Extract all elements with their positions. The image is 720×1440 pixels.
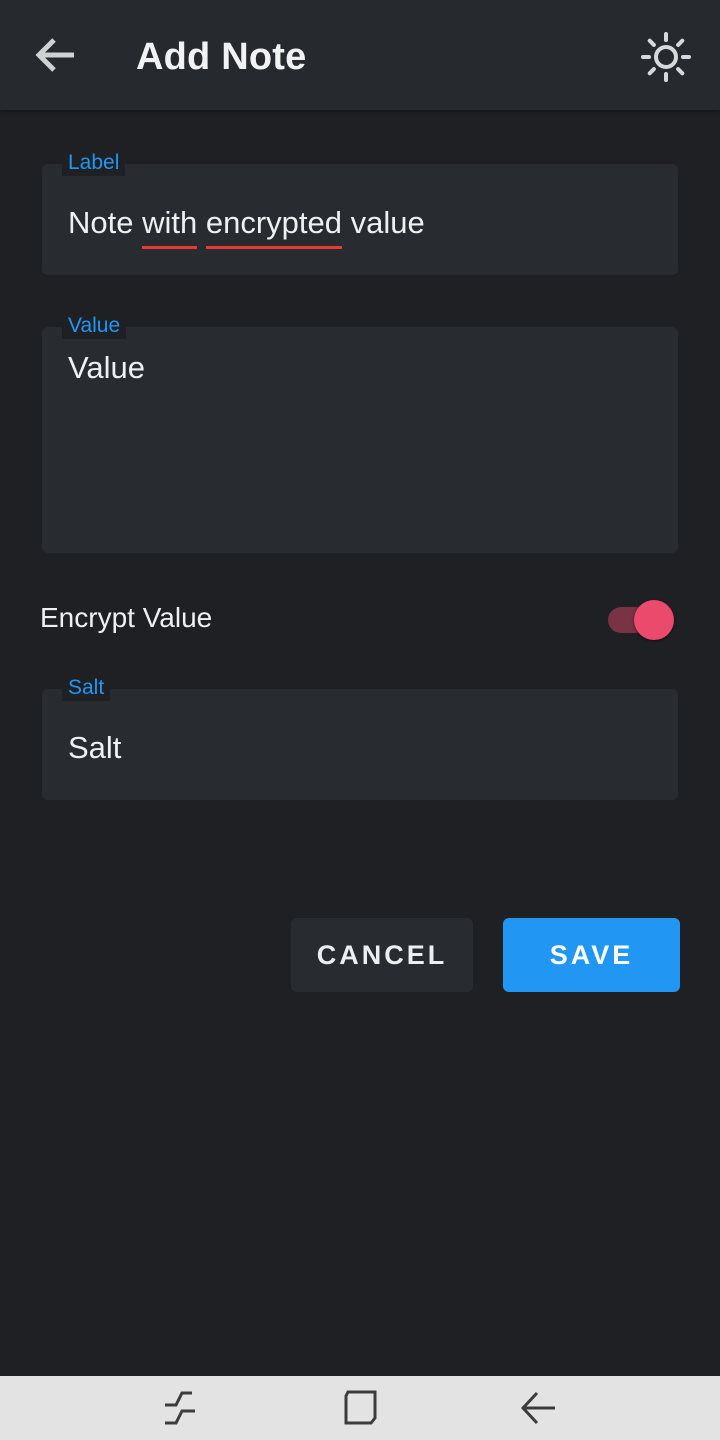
misspelled-word: with [142, 205, 198, 249]
label-text-part: Note [68, 205, 143, 240]
nav-back-icon [520, 1391, 555, 1425]
value-field[interactable]: Value Value [42, 313, 678, 553]
misspelled-word: encrypted [205, 205, 343, 249]
recent-apps-icon [165, 1391, 195, 1425]
salt-field-placeholder[interactable]: Salt [68, 730, 121, 766]
page-title: Add Note [136, 36, 307, 78]
encrypt-value-toggle[interactable] [608, 600, 674, 640]
label-field-value[interactable]: Note with encrypted value [68, 205, 425, 249]
home-button[interactable] [340, 1388, 380, 1428]
sun-icon [641, 32, 691, 82]
toggle-thumb [634, 600, 674, 640]
save-button[interactable]: SAVE [503, 918, 680, 992]
label-field[interactable]: Label Note with encrypted value [42, 150, 678, 275]
system-nav-bar [0, 1376, 720, 1440]
app-bar: Add Note [0, 0, 720, 110]
label-text-part: value [342, 205, 425, 240]
label-text-part [197, 205, 206, 240]
theme-toggle-button[interactable] [636, 27, 696, 87]
encrypt-value-label: Encrypt Value [40, 602, 213, 633]
value-field-label: Value [62, 313, 127, 339]
cancel-button[interactable]: CANCEL [291, 918, 473, 992]
encrypt-value-row: Encrypt Value [40, 598, 680, 642]
salt-field-label: Salt [62, 675, 111, 701]
back-button[interactable] [28, 30, 84, 80]
home-icon [344, 1390, 377, 1425]
recent-apps-button[interactable] [160, 1388, 200, 1428]
salt-field[interactable]: Salt Salt [42, 675, 678, 800]
label-field-label: Label [62, 150, 126, 176]
value-field-placeholder[interactable]: Value [68, 350, 145, 386]
nav-back-button[interactable] [519, 1388, 559, 1428]
add-note-screen: Add Note Label Note with encrypted value [0, 0, 720, 1440]
arrow-back-icon [35, 38, 74, 72]
